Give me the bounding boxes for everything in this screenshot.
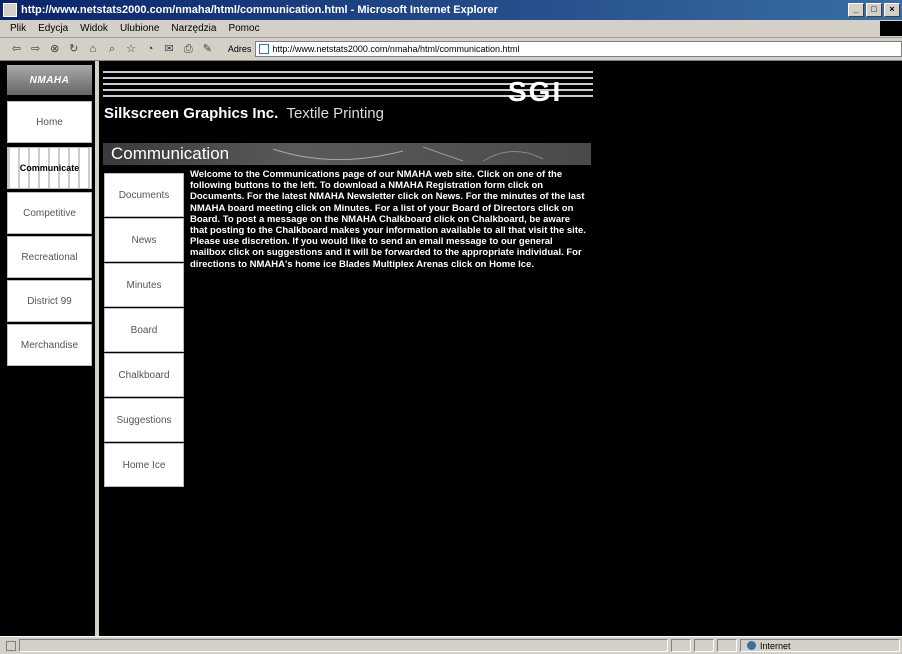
page-viewport: NMAHA Home Communicate Competitive Recre… (0, 61, 902, 636)
sgi-logo: SGI (508, 76, 563, 107)
title-bar: http://www.netstats2000.com/nmaha/html/c… (0, 0, 902, 20)
status-page-icon (6, 640, 16, 651)
globe-icon (747, 641, 756, 650)
address-bar[interactable] (255, 41, 902, 57)
print-icon[interactable]: ⎙ (182, 42, 195, 56)
favorites-icon[interactable]: ☆ (124, 42, 137, 56)
close-button[interactable]: × (884, 3, 900, 17)
brand-heading: Silkscreen Graphics Inc. Textile Printin… (104, 105, 384, 122)
windows-throbber-icon (880, 21, 902, 36)
back-icon[interactable]: ⇦ (10, 42, 23, 56)
window-title: http://www.netstats2000.com/nmaha/html/c… (21, 4, 498, 16)
menu-file[interactable]: Plik (0, 23, 32, 34)
status-panel (671, 639, 691, 652)
status-text-panel (19, 639, 668, 652)
brand-tagline: Textile Printing (286, 105, 384, 122)
intro-paragraph: Welcome to the Communications page of ou… (190, 169, 586, 270)
sub-news-button[interactable]: News (104, 218, 184, 262)
mail-icon[interactable]: ✉ (163, 42, 176, 56)
nav-district-99-button[interactable]: District 99 (7, 280, 92, 322)
stop-icon[interactable]: ⊗ (48, 42, 61, 56)
nmaha-logo[interactable]: NMAHA (7, 65, 92, 95)
menu-bar: Plik Edycja Widok Ulubione Narzędzia Pom… (0, 20, 902, 38)
section-banner: Communication (103, 143, 591, 165)
nav-recreational-button[interactable]: Recreational (7, 236, 92, 278)
menu-favorites[interactable]: Ulubione (114, 23, 165, 34)
section-title: Communication (111, 144, 230, 163)
security-zone-label: Internet (760, 640, 791, 651)
menu-tools[interactable]: Narzędzia (165, 23, 222, 34)
forward-icon[interactable]: ⇨ (29, 42, 42, 56)
status-panel (717, 639, 737, 652)
home-icon[interactable]: ⌂ (86, 42, 99, 56)
refresh-icon[interactable]: ↻ (67, 42, 80, 56)
search-icon[interactable]: ⌕ (105, 42, 118, 56)
address-label: Adres (227, 44, 252, 54)
edit-icon[interactable]: ✎ (201, 42, 214, 56)
sub-board-button[interactable]: Board (104, 308, 184, 352)
sub-home-ice-button[interactable]: Home Ice (104, 443, 184, 487)
window-controls: _ □ × (848, 3, 900, 17)
left-navigation: NMAHA Home Communicate Competitive Recre… (7, 61, 92, 636)
menu-help[interactable]: Pomoc (222, 23, 265, 34)
maximize-button[interactable]: □ (866, 3, 882, 17)
sub-documents-button[interactable]: Documents (104, 173, 184, 217)
status-bar: Internet (0, 636, 902, 654)
sub-minutes-button[interactable]: Minutes (104, 263, 184, 307)
header-graphic: SGI (103, 71, 593, 107)
toolbar: ⇦ ⇨ ⊗ ↻ ⌂ ⌕ ☆ ◔ ✉ ⎙ ✎ Adres (0, 38, 902, 61)
nav-home-button[interactable]: Home (7, 101, 92, 143)
menu-view[interactable]: Widok (74, 23, 114, 34)
ie-app-icon (3, 3, 17, 17)
page-icon (259, 44, 270, 54)
nav-merchandise-button[interactable]: Merchandise (7, 324, 92, 366)
frame-divider[interactable] (95, 61, 99, 636)
sub-suggestions-button[interactable]: Suggestions (104, 398, 184, 442)
minimize-button[interactable]: _ (848, 3, 864, 17)
sub-chalkboard-button[interactable]: Chalkboard (104, 353, 184, 397)
status-panel (694, 639, 714, 652)
security-zone-panel: Internet (740, 639, 900, 652)
menu-edit[interactable]: Edycja (32, 23, 74, 34)
history-icon[interactable]: ◔ (144, 42, 157, 56)
nav-communicate-button[interactable]: Communicate (7, 147, 92, 189)
brand-name: Silkscreen Graphics Inc. (104, 105, 279, 122)
nav-competitive-button[interactable]: Competitive (7, 192, 92, 234)
header-rule (103, 71, 593, 73)
address-input[interactable] (272, 44, 901, 54)
